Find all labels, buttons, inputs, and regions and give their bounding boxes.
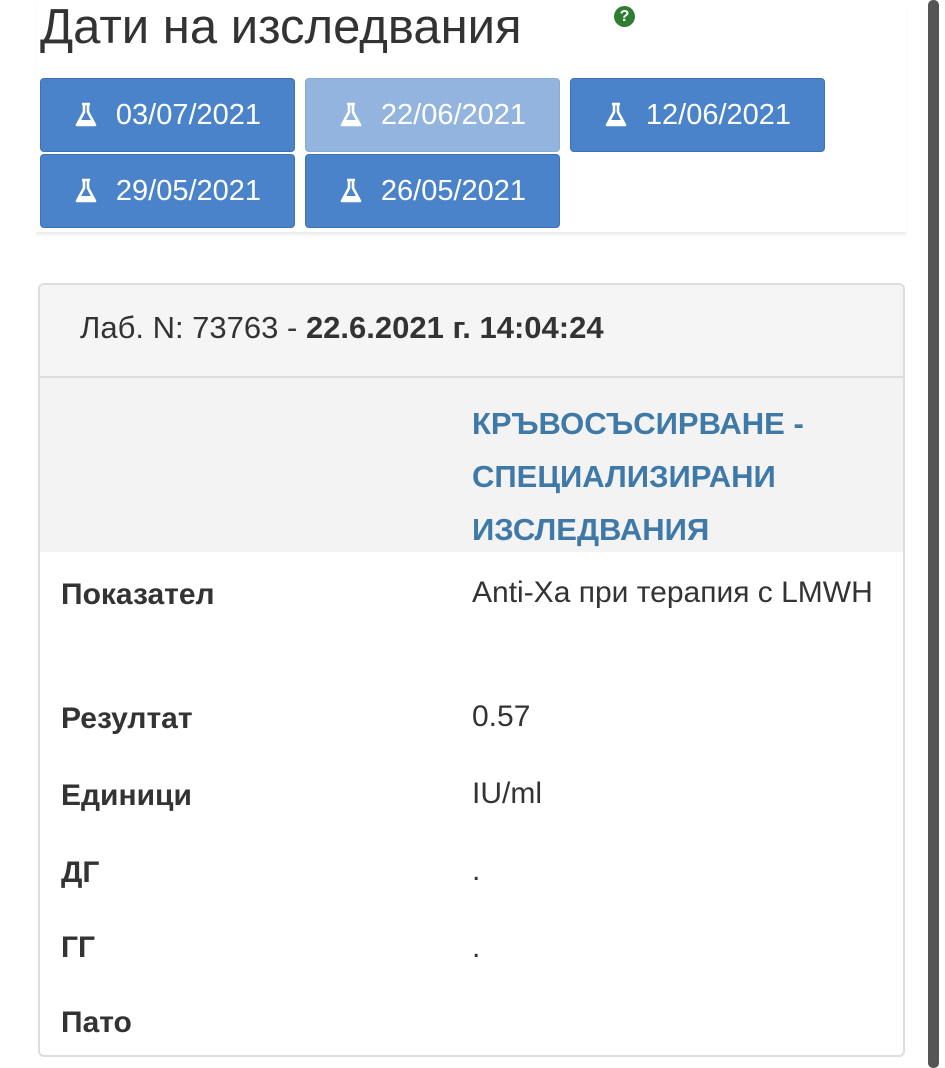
date-button-4[interactable]: 29/05/2021 — [40, 154, 295, 228]
flask-icon — [75, 178, 97, 203]
lab-datetime: 22.6.2021 г. 14:04:24 — [305, 310, 604, 345]
row-value-result: 0.57 — [472, 700, 531, 733]
scrollbar[interactable] — [928, 0, 939, 1068]
row-value-units: IU/ml — [472, 777, 542, 810]
row-label-units: Единици — [61, 779, 192, 812]
question-circle-icon[interactable]: ? — [614, 6, 635, 27]
date-button-1[interactable]: 03/07/2021 — [40, 78, 295, 152]
date-button-label: 29/05/2021 — [115, 174, 262, 207]
section-title: КРЪВОСЪСИРВАНЕ - СПЕЦИАЛИЗИРАНИ ИЗСЛЕДВА… — [472, 406, 804, 547]
section-header: КРЪВОСЪСИРВАНЕ - СПЕЦИАЛИЗИРАНИ ИЗСЛЕДВА… — [40, 378, 903, 552]
date-button-5[interactable]: 26/05/2021 — [305, 154, 560, 228]
row-value-gg: . — [472, 931, 481, 964]
flask-icon — [75, 102, 97, 127]
date-button-2[interactable]: 22/06/2021 — [305, 78, 560, 152]
row-label-pato: Пато — [61, 1006, 132, 1039]
row-value-dg: . — [472, 854, 481, 887]
lab-result-card: Лаб. N: 73763 - 22.6.2021 г. 14:04:24 КР… — [38, 283, 905, 1057]
lab-header: Лаб. N: 73763 - 22.6.2021 г. 14:04:24 — [40, 285, 903, 378]
row-label-result: Резултат — [61, 702, 193, 735]
lab-header-text: Лаб. N: 73763 - 22.6.2021 г. 14:04:24 — [80, 308, 604, 348]
row-label-dg: ДГ — [61, 856, 100, 889]
date-button-3[interactable]: 12/06/2021 — [570, 78, 825, 152]
row-label-gg: ГГ — [61, 931, 96, 964]
flask-icon — [605, 102, 627, 127]
lab-number: Лаб. N: 73763 - — [80, 310, 306, 345]
date-button-label: 03/07/2021 — [115, 98, 262, 131]
flask-icon — [340, 102, 362, 127]
row-label-indicator: Показател — [61, 578, 215, 611]
date-button-label: 26/05/2021 — [380, 174, 527, 207]
date-button-label: 22/06/2021 — [380, 98, 527, 131]
flask-icon — [340, 178, 362, 203]
row-value-indicator: Anti-Xa при терапия с LMWH — [472, 576, 873, 609]
page-title: Дати на изследвания — [40, 0, 522, 54]
date-button-label: 12/06/2021 — [645, 98, 792, 131]
